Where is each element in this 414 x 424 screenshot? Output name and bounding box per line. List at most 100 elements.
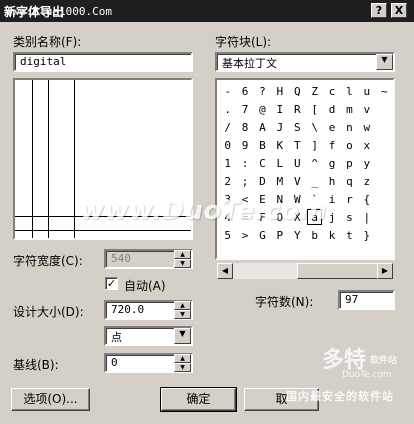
char-cell[interactable]: u: [358, 82, 375, 100]
char-cell[interactable]: H: [271, 82, 288, 100]
help-button[interactable]: ?: [371, 3, 387, 18]
char-cell[interactable]: V: [289, 172, 306, 190]
char-cell[interactable]: [376, 136, 393, 154]
close-button[interactable]: X: [391, 3, 407, 18]
title-bar[interactable]: 新字体导出 www.Blue1000.Com ? X: [0, 0, 414, 22]
char-cell[interactable]: ;: [236, 172, 253, 190]
char-cell[interactable]: b: [306, 226, 323, 244]
char-cell[interactable]: {: [358, 190, 375, 208]
design-size-spinner[interactable]: ▲ ▼: [174, 301, 191, 319]
spin-up-icon[interactable]: ▲: [174, 354, 191, 363]
char-cell[interactable]: n: [341, 118, 358, 136]
spin-down-icon[interactable]: ▼: [174, 363, 191, 372]
char-cell[interactable]: B: [254, 136, 271, 154]
char-cell[interactable]: ]: [306, 136, 323, 154]
character-map-scrollbar[interactable]: ◀ ▶: [217, 263, 393, 279]
char-cell[interactable]: 1: [219, 154, 236, 172]
char-cell[interactable]: 0: [219, 136, 236, 154]
char-cell[interactable]: 7: [236, 100, 253, 118]
char-cell[interactable]: D: [254, 172, 271, 190]
char-cell[interactable]: w: [358, 118, 375, 136]
char-cell[interactable]: A: [254, 118, 271, 136]
char-cell[interactable]: q: [341, 172, 358, 190]
char-width-spinner[interactable]: ▲ ▼: [174, 250, 191, 268]
char-cell[interactable]: @: [254, 100, 271, 118]
scroll-right-icon[interactable]: ▶: [377, 263, 393, 279]
options-button[interactable]: 选项(O)...: [11, 388, 90, 411]
char-cell[interactable]: y: [358, 154, 375, 172]
char-cell[interactable]: t: [341, 226, 358, 244]
char-cell[interactable]: [376, 154, 393, 172]
char-cell[interactable]: Y: [289, 226, 306, 244]
char-cell[interactable]: C: [254, 154, 271, 172]
char-cell[interactable]: x: [358, 136, 375, 154]
char-cell[interactable]: l: [341, 82, 358, 100]
chevron-down-icon[interactable]: ▼: [376, 54, 393, 70]
spin-down-icon[interactable]: ▼: [174, 310, 191, 319]
char-cell[interactable]: e: [323, 118, 340, 136]
char-cell[interactable]: P: [271, 226, 288, 244]
unit-select[interactable]: 点 ▼: [104, 326, 193, 346]
char-cell[interactable]: 6: [236, 82, 253, 100]
char-cell[interactable]: S: [289, 118, 306, 136]
char-cell[interactable]: K: [271, 136, 288, 154]
char-cell[interactable]: z: [358, 172, 375, 190]
char-block-select[interactable]: 基本拉丁文 ▼: [215, 52, 395, 72]
char-cell[interactable]: Q: [289, 82, 306, 100]
char-cell[interactable]: I: [271, 100, 288, 118]
category-input[interactable]: digital: [13, 52, 193, 72]
char-cell[interactable]: m: [341, 100, 358, 118]
char-cell[interactable]: :: [236, 154, 253, 172]
spin-up-icon[interactable]: ▲: [174, 301, 191, 310]
char-cell[interactable]: [376, 100, 393, 118]
spin-up-icon[interactable]: ▲: [174, 250, 191, 259]
char-cell[interactable]: }: [358, 226, 375, 244]
char-cell[interactable]: T: [289, 136, 306, 154]
char-cell[interactable]: /: [219, 118, 236, 136]
char-cell[interactable]: [376, 226, 393, 244]
char-cell[interactable]: \: [306, 118, 323, 136]
char-cell[interactable]: ?: [254, 82, 271, 100]
char-cell[interactable]: f: [323, 136, 340, 154]
char-cell[interactable]: o: [341, 136, 358, 154]
char-cell[interactable]: p: [341, 154, 358, 172]
char-cell[interactable]: 9: [236, 136, 253, 154]
char-cell[interactable]: Z: [306, 82, 323, 100]
ok-button[interactable]: 确定: [160, 387, 237, 412]
char-cell[interactable]: v: [358, 100, 375, 118]
char-cell[interactable]: J: [271, 118, 288, 136]
char-cell[interactable]: |: [358, 208, 375, 226]
char-cell[interactable]: _: [306, 172, 323, 190]
char-cell[interactable]: L: [271, 154, 288, 172]
char-cell[interactable]: G: [254, 226, 271, 244]
char-cell[interactable]: k: [323, 226, 340, 244]
character-map[interactable]: -6? H Q Zc l u ~. 7 @ I R[d m v /8 A J S \ e n w 0 9 B K T] f o x 1: C…: [215, 78, 395, 260]
char-cell[interactable]: c: [323, 82, 340, 100]
char-cell[interactable]: 8: [236, 118, 253, 136]
char-cell[interactable]: [: [306, 100, 323, 118]
char-cell[interactable]: d: [323, 100, 340, 118]
char-cell[interactable]: [376, 172, 393, 190]
spin-down-icon[interactable]: ▼: [174, 259, 191, 268]
char-cell[interactable]: s: [341, 208, 358, 226]
char-cell[interactable]: ^: [306, 154, 323, 172]
char-cell[interactable]: 5: [219, 226, 236, 244]
char-cell[interactable]: R: [289, 100, 306, 118]
auto-label[interactable]: 自动(A): [124, 277, 166, 294]
char-cell[interactable]: [376, 118, 393, 136]
char-cell[interactable]: r: [341, 190, 358, 208]
char-cell[interactable]: [376, 190, 393, 208]
auto-checkbox[interactable]: ✓: [105, 277, 118, 290]
scroll-left-icon[interactable]: ◀: [217, 263, 233, 279]
char-cell[interactable]: -: [219, 82, 236, 100]
char-cell[interactable]: [376, 208, 393, 226]
char-cell[interactable]: g: [323, 154, 340, 172]
char-cell[interactable]: ~: [376, 82, 393, 100]
char-cell[interactable]: h: [323, 172, 340, 190]
char-cell[interactable]: U: [289, 154, 306, 172]
char-cell[interactable]: M: [271, 172, 288, 190]
char-cell[interactable]: .: [219, 100, 236, 118]
baseline-spinner[interactable]: ▲ ▼: [174, 354, 191, 372]
char-cell[interactable]: 2: [219, 172, 236, 190]
chevron-down-icon[interactable]: ▼: [174, 328, 191, 344]
